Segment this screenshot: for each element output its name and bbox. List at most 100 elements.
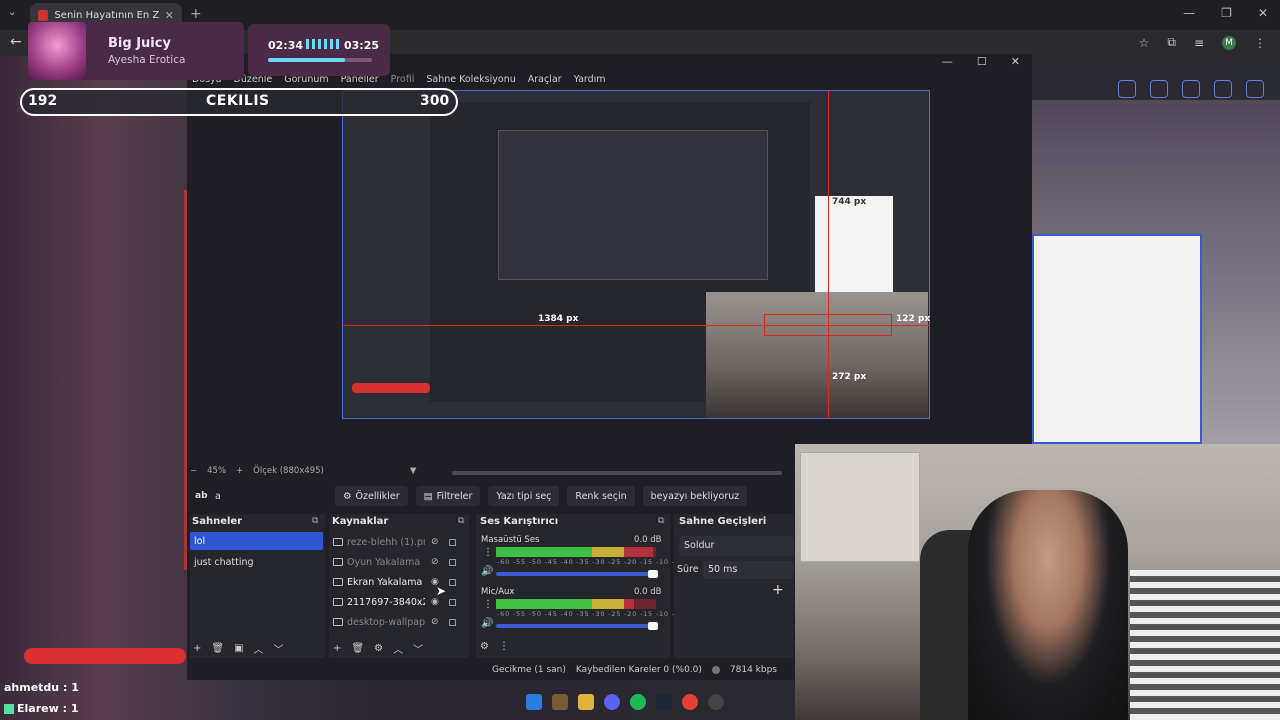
- obs-close-icon[interactable]: ✕: [1011, 55, 1020, 68]
- profile-avatar[interactable]: M: [1222, 35, 1236, 50]
- mixer-channel-name: Masaüstü Ses: [481, 535, 540, 545]
- eye-hidden-icon[interactable]: ⊘: [431, 617, 439, 627]
- sources-title: Kaynaklar: [332, 516, 389, 527]
- volume-slider-handle[interactable]: [648, 622, 658, 630]
- scene-item-just-chatting[interactable]: just chatting: [190, 553, 323, 571]
- lock-icon[interactable]: [448, 598, 456, 606]
- send-icon[interactable]: [1182, 80, 1200, 98]
- webcam-streamer: [968, 490, 1128, 720]
- fullscreen-icon[interactable]: [1246, 80, 1264, 98]
- eye-hidden-icon[interactable]: ⊘: [431, 537, 439, 547]
- source-item[interactable]: desktop-wallpaper ⊘: [333, 613, 461, 631]
- image-icon: [333, 618, 343, 626]
- meter-scale: -60 -55 -50 -45 -40 -35 -30 -25 -20 -15 …: [497, 558, 688, 566]
- channel-menu-icon[interactable]: ⋮: [483, 599, 493, 610]
- link-icon[interactable]: [1150, 80, 1168, 98]
- lock-icon[interactable]: [448, 538, 456, 546]
- remove-source-icon[interactable]: 🗑: [351, 643, 364, 654]
- spotify-icon[interactable]: [630, 694, 646, 710]
- new-tab-button[interactable]: +: [190, 6, 202, 22]
- zoom-in-button[interactable]: +: [236, 466, 243, 476]
- selection-box[interactable]: [764, 314, 892, 336]
- lock-icon[interactable]: [448, 578, 456, 586]
- zoom-out-button[interactable]: −: [190, 466, 197, 476]
- back-button[interactable]: ←: [10, 34, 22, 50]
- add-source-icon[interactable]: +: [333, 643, 341, 654]
- chrome-icon[interactable]: [682, 694, 698, 710]
- menu-help[interactable]: Yardım: [574, 74, 606, 85]
- lock-icon[interactable]: [448, 558, 456, 566]
- dock-undock-icon[interactable]: ⧉: [312, 516, 318, 526]
- volume-slider[interactable]: [496, 624, 656, 628]
- restore-icon[interactable]: ❐: [1221, 6, 1232, 20]
- menu-tools[interactable]: Araçlar: [528, 74, 562, 85]
- scale-dropdown[interactable]: Ölçek (880x495): [253, 466, 324, 476]
- song-title: Big Juicy: [108, 36, 171, 51]
- menu-scene-collection[interactable]: Sahne Koleksiyonu: [426, 74, 515, 85]
- filters-button[interactable]: ▤ Filtreler: [415, 486, 481, 506]
- app-icon[interactable]: [552, 694, 568, 710]
- close-window-icon[interactable]: ✕: [1258, 6, 1268, 20]
- remove-scene-icon[interactable]: 🗑: [211, 643, 224, 654]
- source-item[interactable]: reze-blehh (1).png ⊘: [333, 533, 461, 551]
- current-time: 02:34: [268, 39, 304, 52]
- chevron-down-icon[interactable]: ▼: [410, 466, 417, 476]
- properties-button[interactable]: ⚙ Özellikler: [335, 486, 408, 506]
- menu-profile[interactable]: Profil: [391, 74, 415, 85]
- source-properties-icon[interactable]: ⚙: [374, 643, 383, 654]
- speaker-icon[interactable]: 🔊: [481, 618, 493, 629]
- distance-label-left: 1384 px: [538, 314, 579, 324]
- text-content-field[interactable]: beyazyı bekliyoruz: [642, 486, 748, 506]
- preview-image-source: [815, 196, 893, 292]
- tab-search-icon[interactable]: ⌄: [8, 7, 16, 18]
- discord-icon[interactable]: [604, 694, 620, 710]
- steam-icon[interactable]: [656, 694, 672, 710]
- menu-kebab-icon[interactable]: ⋮: [1254, 36, 1266, 50]
- scene-item-lol[interactable]: lol: [190, 532, 323, 550]
- advanced-audio-icon[interactable]: ⚙: [480, 641, 489, 652]
- channel-menu-icon[interactable]: ⋮: [483, 547, 493, 558]
- add-transition-icon[interactable]: +: [772, 582, 784, 598]
- color-select-button[interactable]: Renk seçin: [567, 486, 635, 506]
- font-select-button[interactable]: Yazı tipi seç: [488, 486, 560, 506]
- mixer-dock-buttons: ⚙ ⋮: [480, 641, 509, 652]
- extensions-icon[interactable]: ⧉: [1167, 35, 1176, 50]
- obs-icon[interactable]: [708, 694, 724, 710]
- folder-icon[interactable]: [578, 694, 594, 710]
- lock-icon[interactable]: [448, 618, 456, 626]
- tab-close-icon[interactable]: ✕: [165, 9, 174, 22]
- dock-undock-icon[interactable]: ⧉: [658, 516, 664, 526]
- add-scene-icon[interactable]: +: [193, 643, 201, 654]
- move-down-icon[interactable]: ﹀: [413, 641, 423, 656]
- speaker-icon[interactable]: 🔊: [481, 566, 493, 577]
- transition-type-select[interactable]: Soldur: [679, 536, 794, 556]
- mixer-menu-icon[interactable]: ⋮: [499, 641, 509, 652]
- record-icon: [711, 666, 720, 674]
- obs-maximize-icon[interactable]: ☐: [977, 55, 987, 68]
- source-item[interactable]: Oyun Yakalama ⊘: [333, 553, 461, 571]
- minimize-icon[interactable]: —: [1183, 6, 1195, 20]
- eye-icon[interactable]: [1118, 80, 1136, 98]
- mixer-channel-db: 0.0 dB: [634, 535, 662, 545]
- eye-icon[interactable]: ◉: [431, 597, 439, 607]
- bookmark-star-icon[interactable]: ☆: [1139, 36, 1150, 50]
- duration-input[interactable]: 50 ms: [703, 561, 794, 579]
- volume-slider-handle[interactable]: [648, 570, 658, 578]
- distance-label-bottom: 272 px: [832, 372, 867, 382]
- scene-filter-icon[interactable]: ▣: [234, 643, 243, 654]
- move-up-icon[interactable]: ︿: [393, 641, 403, 656]
- move-down-icon[interactable]: ﹀: [274, 641, 284, 656]
- flag-icon[interactable]: [1214, 80, 1232, 98]
- overlay-red-bar: [24, 648, 186, 664]
- volume-slider[interactable]: [496, 572, 656, 576]
- eye-hidden-icon[interactable]: ⊘: [431, 557, 439, 567]
- dock-undock-icon[interactable]: ⧉: [458, 516, 464, 526]
- move-up-icon[interactable]: ︿: [254, 641, 264, 656]
- windows-start-icon[interactable]: [526, 694, 542, 710]
- chat-badge-icon: [4, 704, 14, 714]
- obs-minimize-icon[interactable]: —: [942, 55, 953, 68]
- filters-label: Filtreler: [436, 490, 473, 502]
- dropped-frames-status: Kaybedilen Kareler 0 (%0.0): [575, 665, 702, 675]
- preview-horizontal-scrollbar[interactable]: [452, 471, 782, 475]
- reading-list-icon[interactable]: ≡: [1194, 36, 1204, 50]
